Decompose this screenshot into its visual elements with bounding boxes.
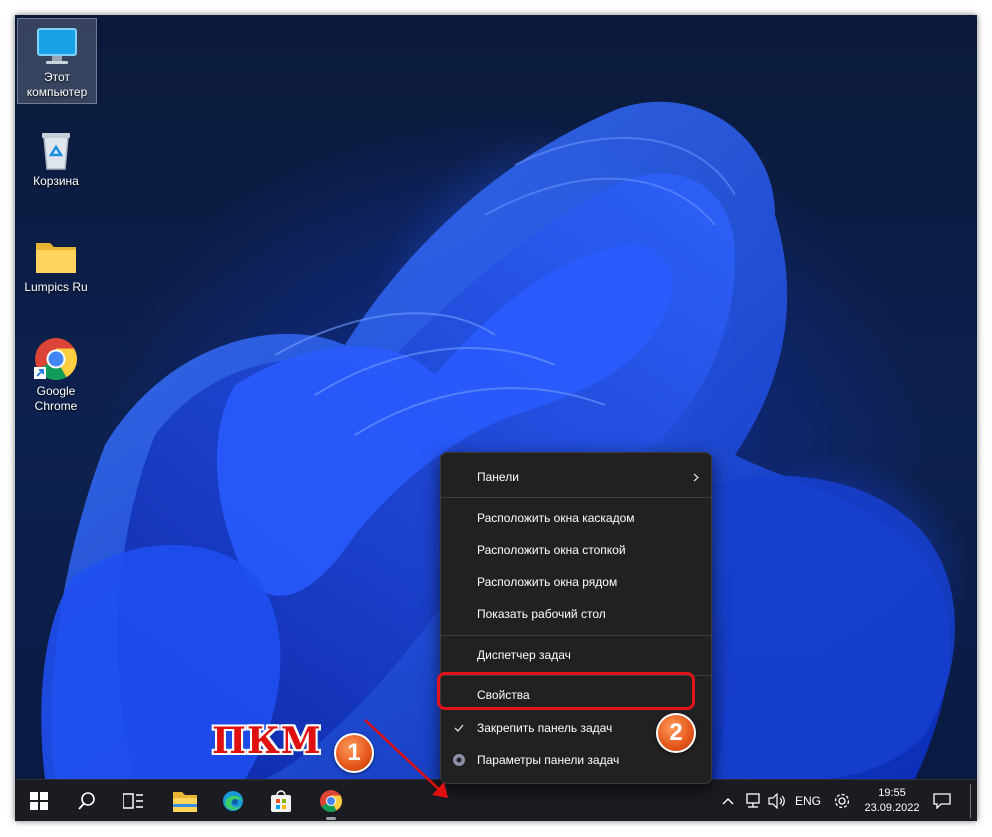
menu-item-label: Параметры панели задач xyxy=(477,753,620,767)
menu-item-show-desktop[interactable]: Показать рабочий стол xyxy=(441,599,711,629)
desktop-icon-recycle-bin[interactable]: Корзина xyxy=(17,123,95,195)
network-button[interactable] xyxy=(743,780,763,821)
monitor-icon xyxy=(35,23,79,67)
clock-date: 23.09.2022 xyxy=(864,802,920,814)
store-icon xyxy=(271,790,291,812)
chrome-taskbar-button[interactable] xyxy=(309,780,353,821)
menu-separator xyxy=(441,497,711,498)
clock[interactable]: 19:55 23.09.2022 xyxy=(859,780,925,821)
menu-item-label: Показать рабочий стол xyxy=(477,607,606,621)
menu-separator xyxy=(441,635,711,636)
chevron-right-icon xyxy=(693,473,699,482)
network-icon xyxy=(746,793,760,808)
running-indicator xyxy=(326,817,336,820)
edge-icon xyxy=(223,791,243,811)
desktop-icon-label: Корзина xyxy=(33,174,79,188)
desktop-icon-label: Lumpics Ru xyxy=(24,280,88,294)
edge-button[interactable] xyxy=(211,780,255,821)
taskbar: ENG 19:55 23.09.2022 xyxy=(15,779,977,821)
desktop-icon-this-pc[interactable]: Этот компьютер xyxy=(17,18,97,104)
menu-item-label: Расположить окна рядом xyxy=(477,575,618,589)
right-click-label: ПКМ xyxy=(212,720,322,762)
notifications-button[interactable] xyxy=(929,780,955,821)
arrow-annotation xyxy=(364,719,448,798)
volume-button[interactable] xyxy=(767,780,787,821)
start-button[interactable] xyxy=(17,780,61,821)
search-button[interactable] xyxy=(65,780,109,821)
menu-item-label: Расположить окна каскадом xyxy=(477,511,635,525)
gear-icon xyxy=(834,793,850,809)
desktop-icon-google-chrome[interactable]: Google Chrome xyxy=(17,333,95,421)
chevron-up-icon xyxy=(722,798,734,805)
speaker-icon xyxy=(768,793,785,809)
menu-item-cascade[interactable]: Расположить окна каскадом xyxy=(441,503,711,533)
language-indicator[interactable]: ENG xyxy=(791,780,825,821)
menu-item-task-manager[interactable]: Диспетчер задач xyxy=(441,640,711,670)
clock-time: 19:55 xyxy=(878,787,906,799)
settings-button[interactable] xyxy=(829,780,855,821)
menu-item-label: Диспетчер задач xyxy=(477,648,571,662)
show-desktop-divider[interactable] xyxy=(970,784,971,818)
task-view-button[interactable] xyxy=(111,780,155,821)
menu-item-stack[interactable]: Расположить окна стопкой xyxy=(441,535,711,565)
menu-item-side-by-side[interactable]: Расположить окна рядом xyxy=(441,567,711,597)
desktop-icon-label: Google Chrome xyxy=(34,384,78,413)
search-icon xyxy=(78,792,95,810)
menu-item-label: Панели xyxy=(477,470,519,484)
menu-item-label: Закрепить панель задач xyxy=(477,721,613,735)
start-icon xyxy=(30,792,48,810)
folder-icon xyxy=(34,233,78,277)
chrome-icon xyxy=(34,337,78,381)
store-button[interactable] xyxy=(259,780,303,821)
file-explorer-button[interactable] xyxy=(163,780,207,821)
file-explorer-icon xyxy=(173,792,197,812)
recycle-bin-icon xyxy=(34,127,78,171)
desktop-icon-lumpics-folder[interactable]: Lumpics Ru xyxy=(17,229,95,301)
task-view-icon xyxy=(123,793,143,809)
menu-item-label: Расположить окна стопкой xyxy=(477,543,626,557)
notification-icon xyxy=(933,793,951,809)
show-hidden-icons-button[interactable] xyxy=(719,780,737,821)
chrome-icon xyxy=(320,790,342,812)
desktop-icon-label: Этот компьютер xyxy=(26,70,88,99)
menu-item-toolbars[interactable]: Панели xyxy=(441,462,711,492)
properties-highlight-box xyxy=(437,672,695,710)
step-2-badge: 2 xyxy=(656,713,696,753)
